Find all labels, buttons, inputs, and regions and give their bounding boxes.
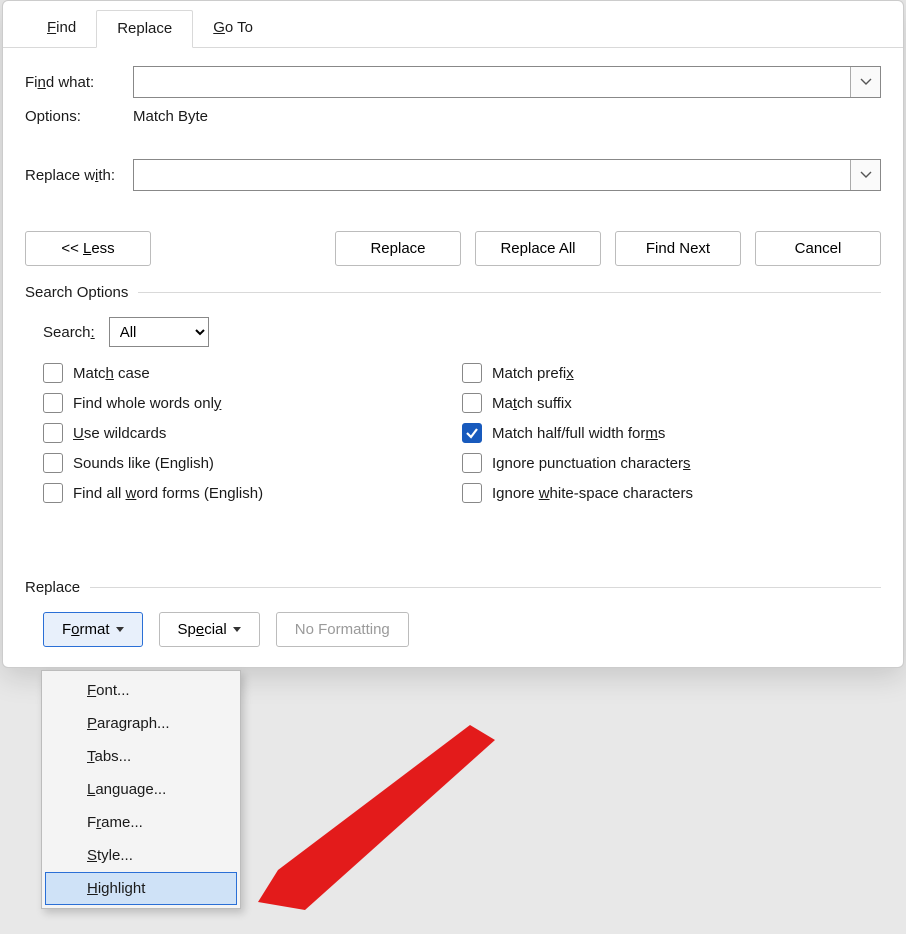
checkbox-icon xyxy=(43,363,63,383)
tab-replace[interactable]: Replace xyxy=(96,10,193,48)
cancel-button[interactable]: Cancel xyxy=(755,231,881,266)
ignore-whitespace-label: Ignore white-space characters xyxy=(492,485,693,502)
find-what-dropdown-arrow[interactable] xyxy=(850,67,880,97)
options-value: Match Byte xyxy=(133,108,208,125)
less-button[interactable]: << Less xyxy=(25,231,151,266)
sounds-like-label: Sounds like (English) xyxy=(73,455,214,472)
replace-with-dropdown-arrow[interactable] xyxy=(850,160,880,190)
divider xyxy=(138,292,881,293)
whole-words-label: Find whole words only xyxy=(73,395,221,412)
word-forms-checkbox[interactable]: Find all word forms (English) xyxy=(43,483,462,503)
word-forms-label: Find all word forms (English) xyxy=(73,485,263,502)
find-replace-dialog: Find Replace Go To Find what: Options: M… xyxy=(2,0,904,668)
replace-button[interactable]: Replace xyxy=(335,231,461,266)
checkbox-icon xyxy=(462,483,482,503)
caret-down-icon xyxy=(116,627,124,632)
use-wildcards-checkbox[interactable]: Use wildcards xyxy=(43,423,462,443)
annotation-arrow-icon xyxy=(240,720,500,930)
options-label: Options: xyxy=(25,108,133,125)
find-what-label: Find what: xyxy=(25,74,133,91)
match-prefix-checkbox[interactable]: Match prefix xyxy=(462,363,881,383)
divider xyxy=(90,587,881,588)
replace-with-input[interactable] xyxy=(134,160,850,190)
ignore-punctuation-label: Ignore punctuation characters xyxy=(492,455,690,472)
format-dropdown-menu: Font... Paragraph... Tabs... Language...… xyxy=(41,670,241,909)
find-what-input[interactable] xyxy=(134,67,850,97)
menu-item-font[interactable]: Font... xyxy=(45,674,237,707)
menu-item-language[interactable]: Language... xyxy=(45,773,237,806)
checkbox-icon xyxy=(462,453,482,473)
no-formatting-button: No Formatting xyxy=(276,612,409,647)
chevron-down-icon xyxy=(860,76,872,88)
search-direction-label: Search: xyxy=(43,324,95,341)
match-suffix-checkbox[interactable]: Match suffix xyxy=(462,393,881,413)
chevron-down-icon xyxy=(860,169,872,181)
match-prefix-label: Match prefix xyxy=(492,365,574,382)
whole-words-checkbox[interactable]: Find whole words only xyxy=(43,393,462,413)
checkbox-icon xyxy=(462,423,482,443)
tab-find[interactable]: Find xyxy=(27,10,96,48)
match-suffix-label: Match suffix xyxy=(492,395,572,412)
search-options-heading: Search Options xyxy=(25,284,128,301)
replace-with-label: Replace with: xyxy=(25,167,133,184)
special-button[interactable]: Special xyxy=(159,612,260,647)
checkbox-icon xyxy=(43,483,63,503)
menu-item-style[interactable]: Style... xyxy=(45,839,237,872)
match-case-checkbox[interactable]: Match case xyxy=(43,363,462,383)
search-direction-select[interactable]: All xyxy=(109,317,209,347)
half-full-width-label: Match half/full width forms xyxy=(492,425,665,442)
replace-with-combo[interactable] xyxy=(133,159,881,191)
tab-strip: Find Replace Go To xyxy=(3,9,903,48)
checkbox-icon xyxy=(462,393,482,413)
format-button[interactable]: Format xyxy=(43,612,143,647)
caret-down-icon xyxy=(233,627,241,632)
half-full-width-checkbox[interactable]: Match half/full width forms xyxy=(462,423,881,443)
sounds-like-checkbox[interactable]: Sounds like (English) xyxy=(43,453,462,473)
replace-all-button[interactable]: Replace All xyxy=(475,231,601,266)
replace-section-heading: Replace xyxy=(25,579,80,596)
find-next-button[interactable]: Find Next xyxy=(615,231,741,266)
menu-item-frame[interactable]: Frame... xyxy=(45,806,237,839)
menu-item-tabs[interactable]: Tabs... xyxy=(45,740,237,773)
ignore-whitespace-checkbox[interactable]: Ignore white-space characters xyxy=(462,483,881,503)
tab-goto[interactable]: Go To xyxy=(193,10,273,48)
find-what-combo[interactable] xyxy=(133,66,881,98)
checkbox-icon xyxy=(43,423,63,443)
use-wildcards-label: Use wildcards xyxy=(73,425,166,442)
checkbox-icon xyxy=(462,363,482,383)
menu-item-paragraph[interactable]: Paragraph... xyxy=(45,707,237,740)
match-case-label: Match case xyxy=(73,365,150,382)
checkbox-icon xyxy=(43,453,63,473)
menu-item-highlight[interactable]: Highlight xyxy=(45,872,237,905)
ignore-punctuation-checkbox[interactable]: Ignore punctuation characters xyxy=(462,453,881,473)
checkbox-icon xyxy=(43,393,63,413)
